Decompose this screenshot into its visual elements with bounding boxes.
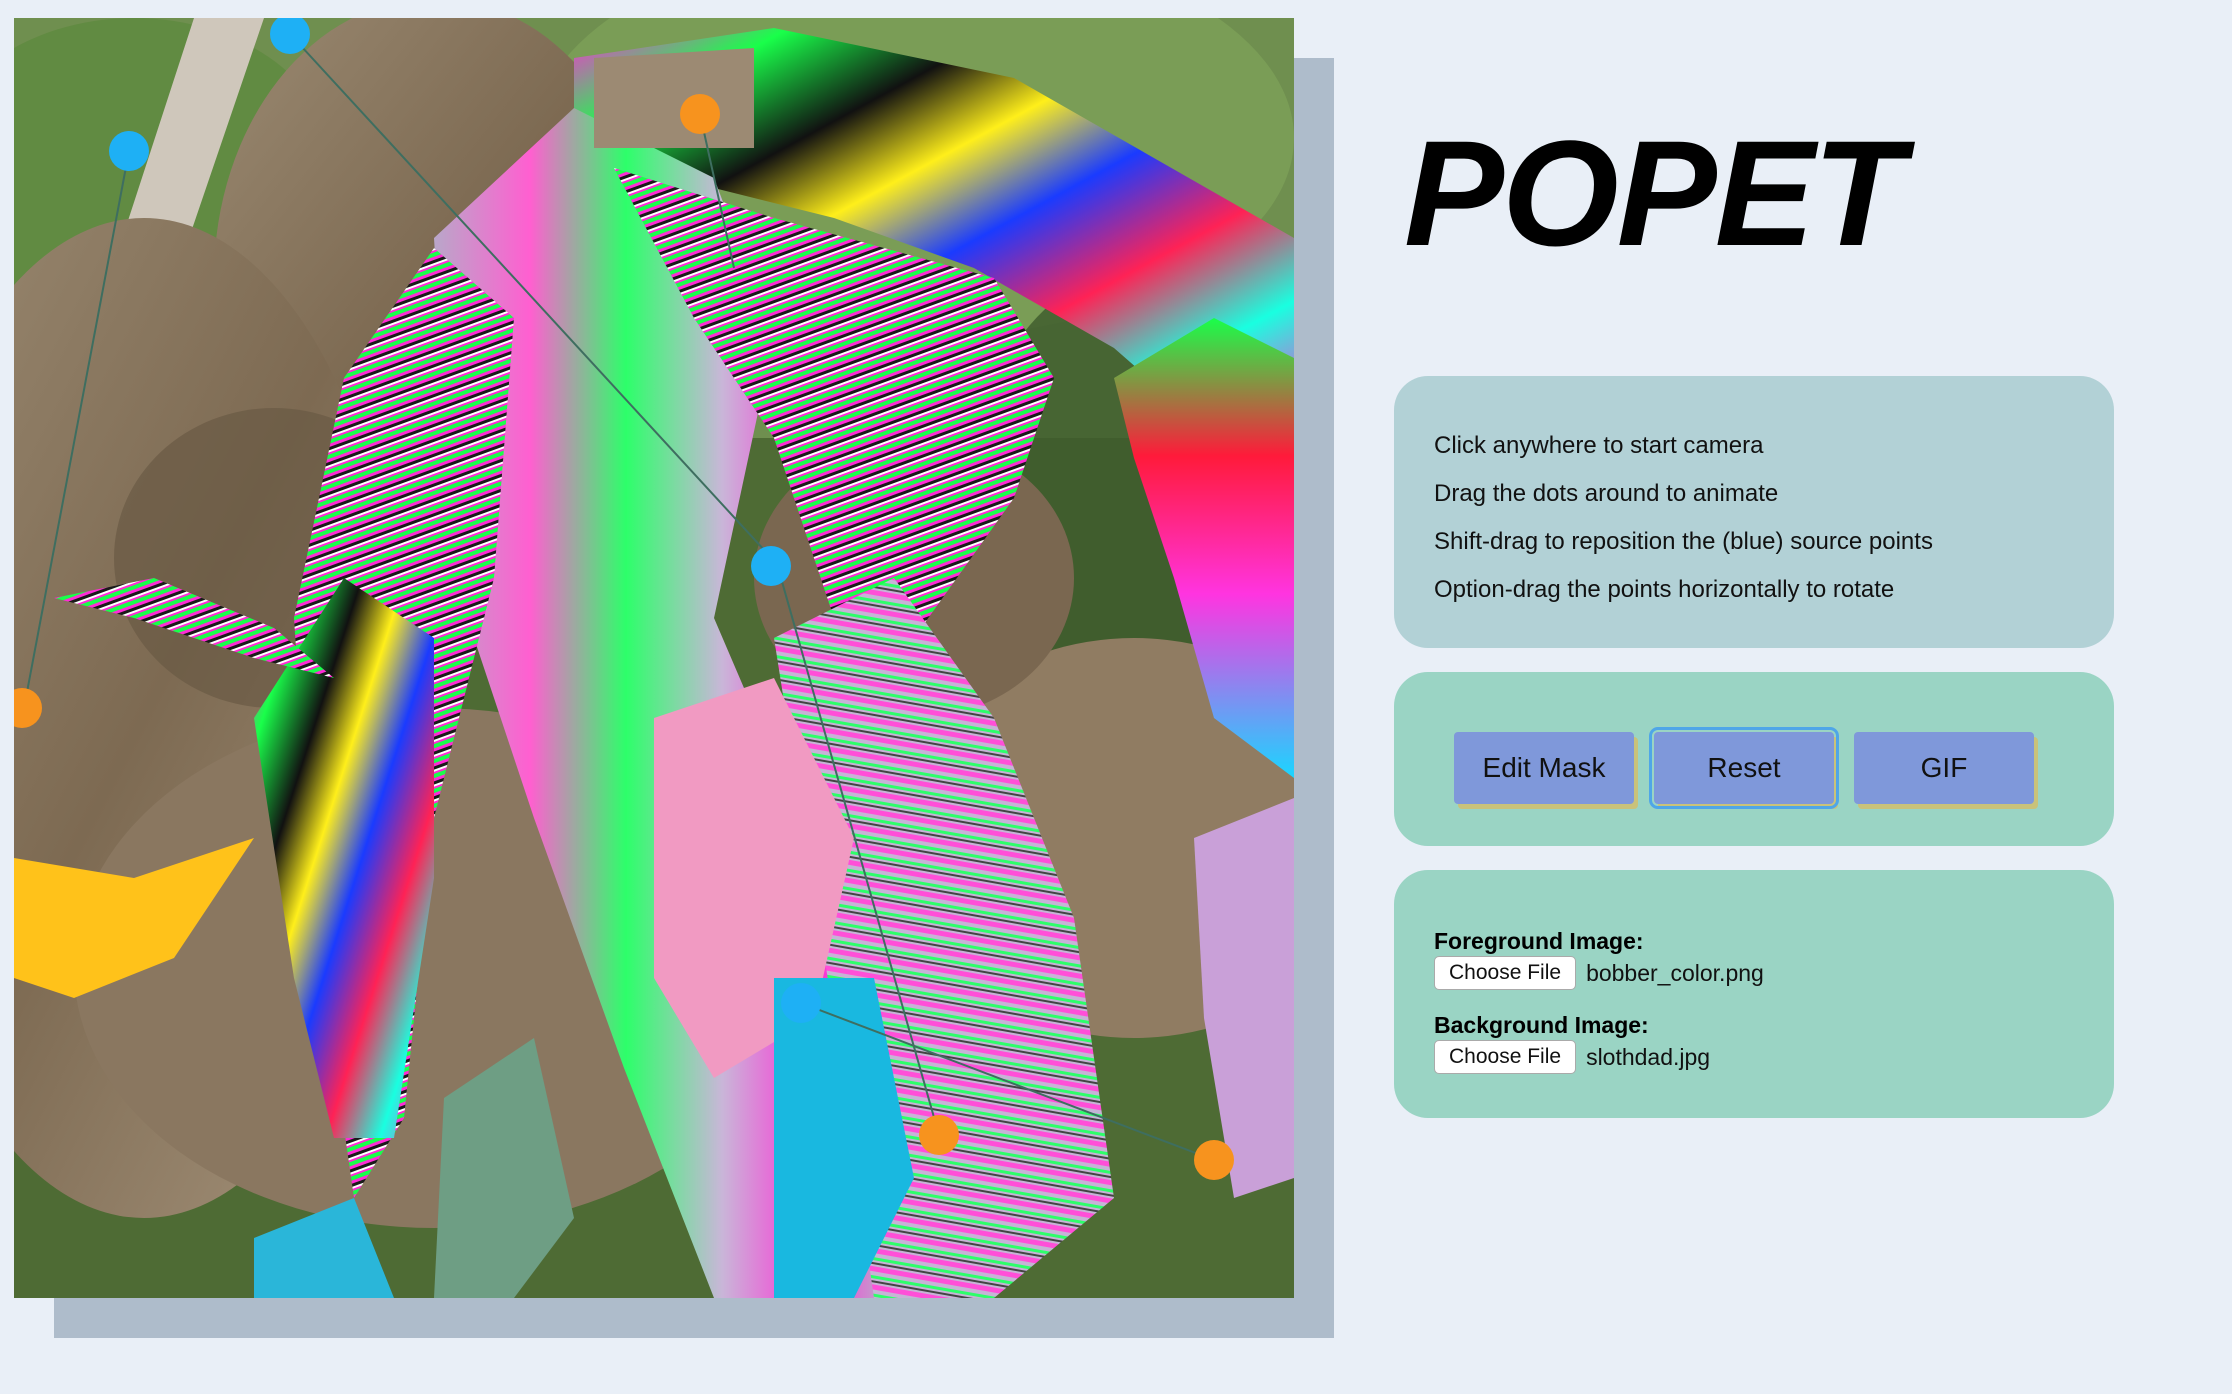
background-choose-file-button[interactable]: Choose File [1434,1040,1577,1074]
source-point[interactable] [109,131,149,171]
background-image-label: Background Image: [1434,1012,1649,1038]
file-inputs-panel: Foreground Image: Choose File bobber_col… [1394,870,2114,1118]
target-point[interactable] [680,94,720,134]
source-point[interactable] [751,546,791,586]
foreground-file-name: bobber_color.png [1586,959,1764,986]
target-point[interactable] [919,1115,959,1155]
instructions-panel: Click anywhere to start camera Drag the … [1394,376,2114,648]
controls-panel: Edit Mask Reset GIF [1394,672,2114,846]
source-point[interactable] [781,983,821,1023]
reset-button[interactable]: Reset [1649,727,1839,809]
foreground-choose-file-button[interactable]: Choose File [1434,956,1577,990]
target-point[interactable] [1194,1140,1234,1180]
foreground-file-row: Choose File bobber_color.png [1434,956,2074,990]
foreground-image-label: Foreground Image: [1434,928,1644,954]
instruction-text: Shift-drag to reposition the (blue) sour… [1434,528,1933,555]
gif-button[interactable]: GIF [1854,732,2034,804]
puppet-canvas[interactable] [14,18,1294,1298]
edit-mask-button[interactable]: Edit Mask [1454,732,1634,804]
background-file-row: Choose File slothdad.jpg [1434,1040,2074,1074]
instruction-text: Click anywhere to start camera [1434,432,1764,459]
instruction-text: Option-drag the points horizontally to r… [1434,576,1895,603]
popet-app: POPET Click anywhere to start camera Dra… [0,0,2232,1394]
background-file-name: slothdad.jpg [1586,1043,1711,1070]
canvas-artwork[interactable] [14,18,1294,1298]
instruction-text: Drag the dots around to animate [1434,480,1779,507]
app-title: POPET [1404,109,1904,277]
